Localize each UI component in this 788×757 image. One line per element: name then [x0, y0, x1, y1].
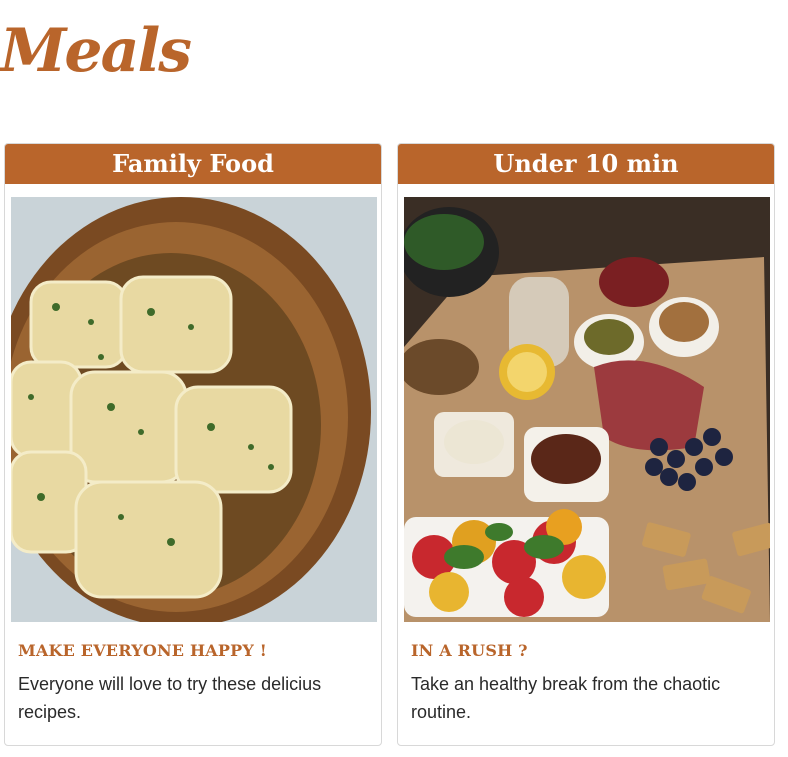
charcuterie-board-image — [404, 197, 770, 622]
card-subtitle: In a rush ? — [411, 641, 528, 660]
meal-card-family-food[interactable]: Family Food MAKE EVERYONE HAPPY ! Everyo… — [4, 143, 382, 746]
meal-card-under-10-min[interactable]: Under 10 min IN A RUSH ? Take an healthy… — [397, 143, 775, 746]
card-subtitle: Make everyone happy ! — [18, 641, 267, 660]
card-description: Everyone will love to try these delicius… — [18, 674, 322, 722]
card-description: Take an healthy break from the chaotic r… — [411, 674, 721, 722]
meals-logo[interactable]: Meals — [0, 6, 192, 96]
ravioli-image — [11, 197, 377, 622]
card-header: Family Food — [5, 144, 381, 184]
card-header: Under 10 min — [398, 144, 774, 184]
meals-page: Meals Family Food MAKE EVERYONE HAPPY ! … — [0, 0, 788, 757]
